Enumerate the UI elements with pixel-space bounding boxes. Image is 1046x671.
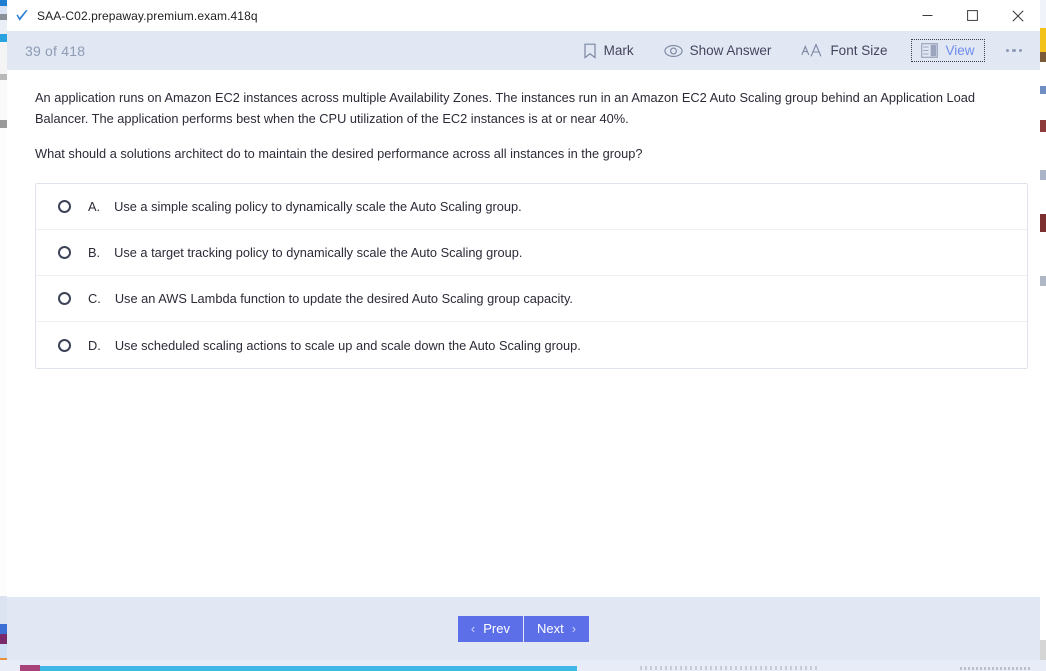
window-title: SAA-C02.prepaway.premium.exam.418q: [37, 8, 258, 23]
question-counter: 39 of 418: [25, 42, 86, 59]
question-stem: An application runs on Amazon EC2 instan…: [35, 90, 975, 126]
more-options-icon[interactable]: [996, 43, 1033, 59]
question-content-area: An application runs on Amazon EC2 instan…: [7, 70, 1040, 596]
taskbar-segment: [40, 666, 577, 671]
show-answer-label: Show Answer: [689, 43, 772, 58]
view-button[interactable]: View: [911, 39, 985, 62]
chevron-left-icon: ‹: [470, 621, 476, 636]
option-letter: C.: [88, 291, 101, 307]
close-button[interactable]: [995, 0, 1040, 31]
show-answer-button[interactable]: Show Answer: [654, 39, 782, 62]
radio-button-b[interactable]: [58, 246, 71, 260]
option-text: Use scheduled scaling actions to scale u…: [114, 337, 581, 353]
question-prompt: What should a solutions architect do to …: [35, 146, 643, 162]
option-letter: D.: [88, 337, 101, 353]
eye-icon: [663, 44, 683, 58]
footer-navigation-bar: ‹ Prev Next ›: [7, 596, 1040, 660]
option-text: Use an AWS Lambda function to update the…: [114, 291, 573, 307]
mark-button[interactable]: Mark: [573, 39, 644, 63]
option-text: Use a target tracking policy to dynamica…: [114, 245, 523, 261]
navigation-button-group: ‹ Prev Next ›: [457, 615, 590, 642]
background-window-left-sliver: [0, 0, 7, 671]
mark-label: Mark: [603, 43, 634, 58]
chevron-right-icon: ›: [571, 621, 577, 636]
title-bar: SAA-C02.prepaway.premium.exam.418q: [7, 0, 1040, 31]
font-size-icon: [801, 43, 823, 58]
next-label: Next: [537, 621, 564, 636]
option-letter: A.: [88, 199, 101, 215]
answer-option-a[interactable]: A. Use a simple scaling policy to dynami…: [36, 184, 1027, 231]
background-window-right-sliver: [1040, 0, 1046, 671]
background-taskbar-strip: [0, 660, 1046, 671]
toolbar-actions: Mark Show Answer Font Size View: [568, 31, 1032, 70]
prev-button[interactable]: ‹ Prev: [457, 615, 524, 642]
maximize-button[interactable]: [950, 0, 995, 31]
font-size-label: Font Size: [830, 43, 888, 58]
option-text: Use a simple scaling policy to dynamical…: [114, 199, 522, 215]
taskbar-segment: [960, 667, 1030, 670]
taskbar-segment: [640, 666, 820, 670]
radio-button-a[interactable]: [58, 200, 71, 214]
option-letter: B.: [88, 245, 101, 261]
answer-option-c[interactable]: C. Use an AWS Lambda function to update …: [36, 276, 1027, 323]
bookmark-icon: [583, 43, 597, 59]
font-size-button[interactable]: Font Size: [791, 39, 897, 62]
answer-options-list: A. Use a simple scaling policy to dynami…: [35, 183, 1028, 370]
radio-button-c[interactable]: [58, 292, 71, 306]
answer-option-b[interactable]: B. Use a target tracking policy to dynam…: [36, 230, 1027, 277]
view-label: View: [945, 43, 975, 58]
blue-check-icon: [15, 9, 29, 23]
layout-panel-icon: [921, 43, 939, 58]
taskbar-segment: [20, 665, 40, 671]
next-button[interactable]: Next ›: [524, 615, 590, 642]
minimize-button[interactable]: [905, 0, 950, 31]
toolbar: 39 of 418 Mark Show Answer Font Size Vie…: [7, 31, 1040, 70]
answer-option-d[interactable]: D. Use scheduled scaling actions to scal…: [36, 322, 1027, 368]
exam-application-window: SAA-C02.prepaway.premium.exam.418q 39 of…: [7, 0, 1040, 660]
window-controls: [905, 0, 1040, 31]
radio-button-d[interactable]: [58, 338, 71, 352]
prev-label: Prev: [483, 621, 510, 636]
